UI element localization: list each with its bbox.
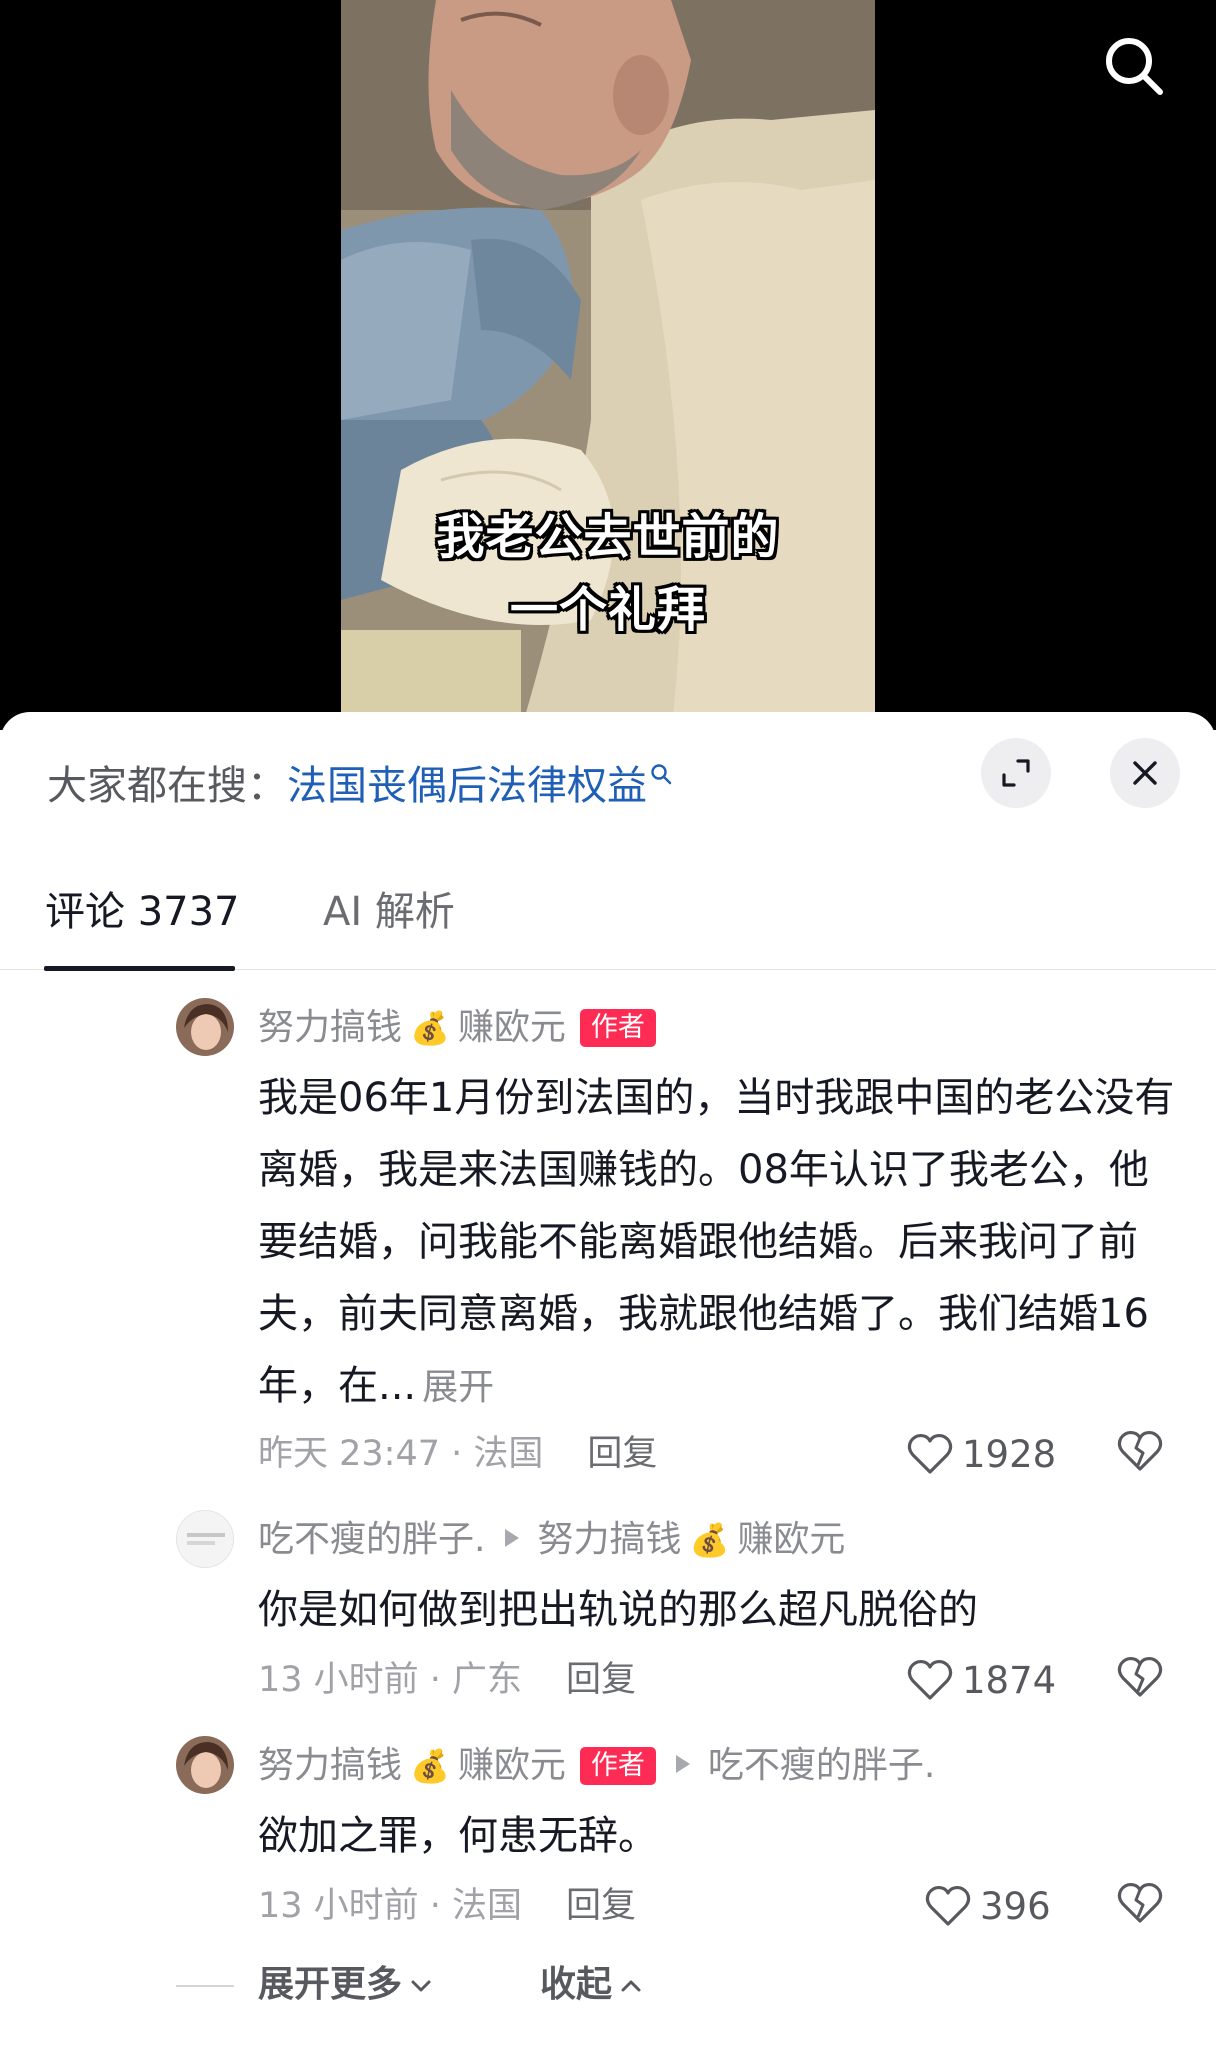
divider-line	[176, 1985, 234, 1987]
comment-text-content: 我是06年1月份到法国的，当时我跟中国的老公没有离婚，我是来法国赚钱的。08年认…	[258, 1075, 1175, 1409]
hot-search-link[interactable]: 法国丧偶后法律权益	[287, 763, 673, 809]
reply-to-username[interactable]: 吃不瘦的胖子.	[708, 1745, 935, 1786]
expand-icon	[1002, 759, 1030, 787]
reply-button[interactable]: 回复	[566, 1886, 636, 1926]
comment-text: 欲加之罪，何患无辞。	[258, 1813, 658, 1859]
reply-arrow-icon	[505, 1529, 520, 1547]
close-icon	[1133, 761, 1157, 785]
reply-to-username[interactable]: 努力搞钱	[537, 1519, 681, 1560]
avatar[interactable]	[176, 998, 234, 1056]
heart-icon	[907, 1659, 953, 1700]
dislike-button[interactable]	[1116, 1655, 1168, 1705]
author-badge: 作者	[579, 1009, 656, 1047]
video-subtitle-line-1: 我老公去世前的	[436, 509, 780, 565]
like-button[interactable]: 1928	[906, 1429, 1056, 1479]
money-bag-icon: 💰	[689, 1521, 730, 1559]
author-badge: 作者	[579, 1747, 656, 1785]
comment-username[interactable]: 努力搞钱	[258, 1745, 402, 1786]
expand-more-replies-button[interactable]: 展开更多	[258, 1960, 434, 2010]
avatar[interactable]	[176, 1736, 234, 1794]
comment-username-suffix[interactable]: 赚欧元	[458, 1745, 566, 1786]
comment-time-location: 昨天 23:47 · 法国	[258, 1434, 544, 1474]
broken-heart-icon	[1117, 1430, 1163, 1471]
like-count: 1928	[962, 1432, 1057, 1476]
active-tab-indicator	[44, 966, 235, 971]
user-avatar-image	[176, 998, 234, 1056]
comment-username-suffix[interactable]: 赚欧元	[458, 1007, 566, 1048]
dislike-button[interactable]	[1116, 1429, 1168, 1479]
hot-search-prefix: 大家都在搜：	[47, 763, 287, 809]
comment-time-location: 13 小时前 · 广东	[258, 1660, 523, 1700]
broken-heart-icon	[1117, 1882, 1163, 1923]
video-frame: 我老公去世前的 一个礼拜	[341, 0, 875, 730]
comment-tabs: 评论 3737 AI 解析	[0, 870, 1216, 971]
user-avatar-image	[177, 1511, 233, 1567]
comment-username[interactable]: 努力搞钱	[258, 1007, 402, 1048]
search-icon	[1106, 38, 1163, 95]
broken-heart-icon	[1117, 1656, 1163, 1697]
comment-header: 努力搞钱 💰 赚欧元 作者 吃不瘦的胖子.	[258, 1742, 935, 1790]
tab-ai-analysis[interactable]: AI 解析	[323, 884, 455, 940]
comment-time-location: 13 小时前 · 法国	[258, 1886, 523, 1926]
money-bag-icon: 💰	[410, 1009, 450, 1047]
collapse-label: 收起	[540, 1964, 613, 2005]
comment-username[interactable]: 吃不瘦的胖子.	[258, 1519, 485, 1560]
chevron-down-icon	[411, 1980, 431, 1992]
search-button[interactable]	[1098, 30, 1170, 102]
expand-text-link[interactable]: 展开	[422, 1367, 494, 1408]
like-button[interactable]: 396	[924, 1881, 1051, 1931]
reply-arrow-icon	[675, 1755, 690, 1773]
comment-text: 我是06年1月份到法国的，当时我跟中国的老公没有离婚，我是来法国赚钱的。08年认…	[258, 1062, 1178, 1424]
comment-meta: 昨天 23:47 · 法国 回复	[258, 1430, 657, 1478]
collapse-replies-button[interactable]: 收起	[540, 1960, 644, 2010]
like-count: 1874	[962, 1658, 1057, 1702]
heart-icon	[907, 1433, 953, 1474]
comment-header: 吃不瘦的胖子. 努力搞钱 💰 赚欧元	[258, 1516, 845, 1564]
reply-button[interactable]: 回复	[566, 1660, 636, 1700]
comment-header: 努力搞钱 💰 赚欧元 作者	[258, 1004, 656, 1052]
expand-button[interactable]	[981, 738, 1051, 808]
like-count: 396	[980, 1884, 1051, 1928]
comment-meta: 13 小时前 · 广东 回复	[258, 1656, 636, 1704]
user-avatar-image	[176, 1736, 234, 1794]
reply-button[interactable]: 回复	[587, 1434, 657, 1474]
dislike-button[interactable]	[1116, 1881, 1168, 1931]
hot-search-bar: 大家都在搜：法国丧偶后法律权益	[47, 758, 673, 814]
money-bag-icon: 💰	[410, 1747, 450, 1785]
comment-text: 你是如何做到把出轨说的那么超凡脱俗的	[258, 1587, 978, 1633]
like-button[interactable]: 1874	[906, 1655, 1056, 1705]
chevron-up-icon	[621, 1980, 641, 1992]
tab-comments[interactable]: 评论 3737	[45, 884, 240, 940]
comment-meta: 13 小时前 · 法国 回复	[258, 1882, 636, 1930]
hot-search-query: 法国丧偶后法律权益	[287, 763, 647, 809]
reply-to-username-suffix[interactable]: 赚欧元	[737, 1519, 845, 1560]
heart-icon	[925, 1885, 971, 1926]
video-player[interactable]: 我老公去世前的 一个礼拜	[0, 0, 1216, 730]
search-icon-small	[651, 764, 672, 785]
avatar[interactable]	[176, 1510, 234, 1568]
close-button[interactable]	[1110, 738, 1180, 808]
expand-more-label: 展开更多	[258, 1964, 403, 2005]
video-subtitle-line-2: 一个礼拜	[509, 582, 706, 638]
